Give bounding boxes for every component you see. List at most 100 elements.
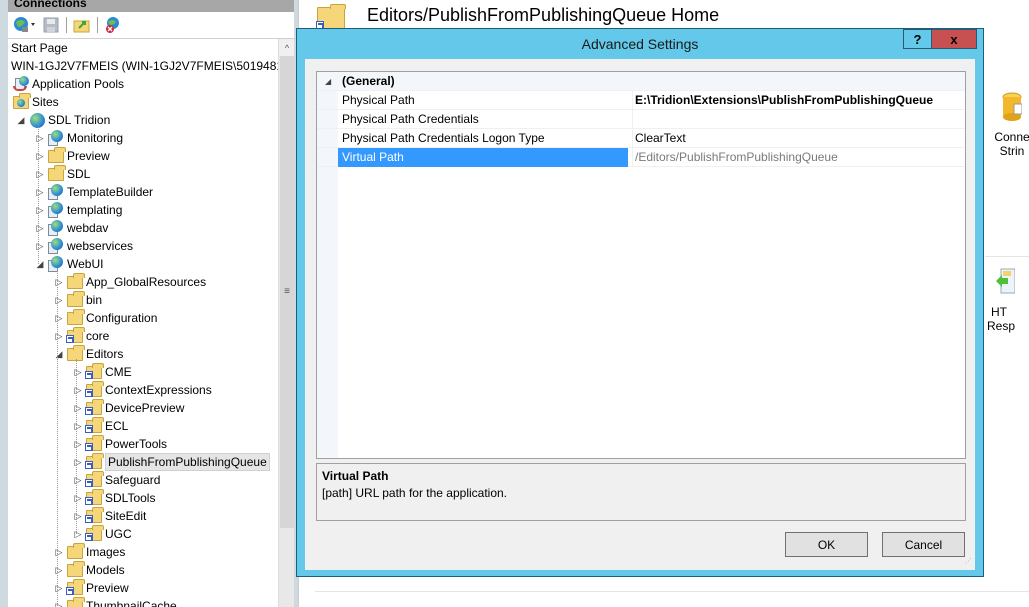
expand-arrow-icon[interactable]: ▷ [35, 237, 45, 255]
tree-item[interactable]: Sites [8, 93, 59, 111]
tree-item[interactable]: ▷ SDLTools [73, 489, 155, 507]
expand-arrow-icon[interactable]: ▷ [54, 327, 64, 345]
expand-arrow-icon[interactable]: ▷ [73, 453, 83, 471]
property-value[interactable]: E:\Tridion\Extensions\PublishFromPublish… [635, 91, 965, 110]
expand-arrow-icon[interactable]: ▷ [73, 417, 83, 435]
expand-arrow-icon[interactable]: ▷ [73, 399, 83, 417]
property-row[interactable]: Physical Path Credentials Logon Type Clea… [317, 129, 965, 148]
advanced-settings-dialog: Advanced Settings ? x ◢ (General) Physic… [296, 28, 984, 577]
tree-item[interactable]: ▷ Preview [54, 579, 129, 597]
application-icon [48, 220, 64, 236]
property-value[interactable]: ClearText [635, 129, 965, 148]
expand-arrow-icon[interactable]: ▷ [54, 597, 64, 607]
expand-arrow-icon[interactable]: ▷ [73, 363, 83, 381]
tree-item[interactable]: ▷ SDL [35, 165, 90, 183]
page-title: Editors/PublishFromPublishingQueue Home [367, 5, 720, 25]
expand-arrow-icon[interactable]: ▷ [35, 147, 45, 165]
help-button[interactable]: ? [903, 29, 932, 49]
expand-arrow-icon[interactable]: ▷ [54, 309, 64, 327]
tree-item[interactable]: ◢ Editors [54, 345, 123, 363]
cancel-button[interactable]: Cancel [882, 532, 965, 557]
virtual-directory-icon [85, 363, 104, 380]
collapse-arrow-icon[interactable]: ◢ [54, 345, 64, 363]
ok-button[interactable]: OK [785, 532, 868, 557]
tree-item-label: Models [86, 563, 125, 577]
collapse-arrow-icon[interactable]: ◢ [16, 111, 26, 129]
expand-arrow-icon[interactable]: ▷ [35, 165, 45, 183]
http-response-feature[interactable]: HT Resp [985, 267, 1029, 337]
property-value[interactable] [635, 110, 965, 129]
expand-arrow-icon[interactable]: ▷ [35, 219, 45, 237]
up-button[interactable] [72, 15, 92, 35]
tree-item[interactable]: ▷ ThumbnailCache [54, 597, 177, 607]
expand-arrow-icon[interactable]: ▷ [35, 201, 45, 219]
tree-item[interactable]: ◢ SDL Tridion [16, 111, 110, 129]
tree-item[interactable]: ▷ Models [54, 561, 125, 579]
tree-item[interactable]: ▷ DevicePreview [73, 399, 184, 417]
tree-item-label: PowerTools [105, 437, 168, 451]
tree-item[interactable]: ▷ Configuration [54, 309, 157, 327]
tree-item[interactable]: ▷ webservices [35, 237, 133, 255]
tree-item-label: WIN-1GJ2V7FMEIS (WIN-1GJ2V7FMEIS\5019481… [11, 59, 278, 73]
expand-arrow-icon[interactable]: ▷ [73, 489, 83, 507]
expand-arrow-icon[interactable]: ▷ [54, 543, 64, 561]
resize-grip[interactable]: ⋰ [965, 558, 973, 568]
collapse-triangle-icon[interactable]: ◢ [325, 72, 331, 91]
tree-item-label: Sites [32, 95, 59, 109]
tree-item[interactable]: ▷ core [54, 327, 109, 345]
property-row[interactable]: Physical Path E:\Tridion\Extensions\Publi… [317, 91, 965, 110]
category-row-general[interactable]: ◢ (General) [317, 72, 965, 91]
expand-arrow-icon[interactable]: ▷ [35, 183, 45, 201]
tree-item[interactable]: ▷ webdav [35, 219, 108, 237]
tree-scrollbar[interactable]: ^ ≡ [278, 39, 295, 607]
expand-arrow-icon[interactable]: ▷ [73, 525, 83, 543]
expand-arrow-icon[interactable]: ▷ [54, 273, 64, 291]
column-divider[interactable] [632, 91, 633, 167]
tree-item[interactable]: ▷ CME [73, 363, 132, 381]
tree-item[interactable]: ▷ Monitoring [35, 129, 123, 147]
tree-item[interactable]: ▷ PowerTools [73, 435, 167, 453]
save-button[interactable] [41, 15, 61, 35]
expand-arrow-icon[interactable]: ▷ [54, 561, 64, 579]
expand-arrow-icon[interactable]: ▷ [73, 381, 83, 399]
scroll-up-arrow[interactable]: ^ [279, 39, 295, 56]
tree-item[interactable]: Start Page [11, 39, 68, 57]
expand-arrow-icon[interactable]: ▷ [73, 507, 83, 525]
tree-item[interactable]: ▷ SiteEdit [73, 507, 146, 525]
tree-item[interactable]: Application Pools [8, 75, 124, 93]
tree-item[interactable]: ▷ ContextExpressions [73, 381, 212, 399]
expand-arrow-icon[interactable]: ▷ [54, 291, 64, 309]
tree-item[interactable]: ▷ ECL [73, 417, 128, 435]
tree-item[interactable]: ◢ WebUI [35, 255, 103, 273]
property-row[interactable]: Virtual Path/Editors/PublishFromPublishi… [317, 148, 965, 167]
disconnect-button[interactable] [103, 15, 123, 35]
expand-arrow-icon[interactable]: ▷ [73, 471, 83, 489]
tree-item[interactable]: ▷ Safeguard [73, 471, 160, 489]
scroll-thumb[interactable]: ≡ [280, 56, 294, 528]
tree-item[interactable]: ▷ templating [35, 201, 122, 219]
property-value[interactable]: /Editors/PublishFromPublishingQueue [635, 148, 965, 167]
expand-arrow-icon[interactable]: ▷ [35, 129, 45, 147]
tree-item[interactable]: ▷ TemplateBuilder [35, 183, 153, 201]
virtual-directory-icon [85, 399, 104, 416]
expand-arrow-icon[interactable]: ▷ [73, 435, 83, 453]
tree-item[interactable]: ▷ PublishFromPublishingQueue [73, 453, 270, 471]
connection-strings-feature[interactable]: Conne Strin [985, 92, 1029, 162]
property-row[interactable]: Physical Path Credentials [317, 110, 965, 129]
expand-arrow-icon[interactable]: ▷ [54, 579, 64, 597]
tree-item-label: Application Pools [32, 77, 125, 91]
folder-icon [48, 165, 66, 182]
tree-item-label: Start Page [11, 41, 68, 55]
tree-item-label: Configuration [86, 311, 158, 325]
tree-item[interactable]: ▷ Images [54, 543, 125, 561]
tree-item[interactable]: WIN-1GJ2V7FMEIS (WIN-1GJ2V7FMEIS\5019481… [11, 57, 278, 75]
tree-item[interactable]: ▷ UGC [73, 525, 132, 543]
tree-item[interactable]: ▷ bin [54, 291, 102, 309]
collapse-arrow-icon[interactable]: ◢ [35, 255, 45, 273]
tree-item[interactable]: ▷ Preview [35, 147, 110, 165]
connections-tree: Start Page WIN-1GJ2V7FMEIS (WIN-1GJ2V7FME… [8, 39, 278, 607]
close-button[interactable]: x [931, 29, 977, 49]
tree-item[interactable]: ▷ App_GlobalResources [54, 273, 206, 291]
tree-item-label: SiteEdit [105, 509, 147, 523]
connect-button[interactable] [11, 15, 39, 35]
